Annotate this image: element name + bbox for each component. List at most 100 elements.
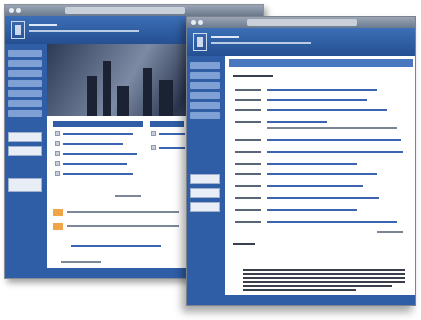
sidebar-item[interactable]	[190, 82, 220, 89]
sidebar-item[interactable]	[190, 112, 220, 119]
site-name	[29, 24, 57, 26]
list-item[interactable]	[267, 151, 403, 153]
sidebar-banner[interactable]	[190, 188, 220, 198]
skyline-shape	[159, 80, 173, 116]
notice-line	[243, 273, 405, 275]
notice-text-block	[243, 269, 405, 295]
more-link[interactable]	[377, 231, 403, 233]
news-link[interactable]	[63, 173, 133, 175]
feature-icon	[53, 223, 63, 230]
sidebar-banner[interactable]	[8, 146, 42, 156]
list-date	[235, 221, 261, 223]
site-subtitle	[29, 30, 139, 32]
sidebar-nav	[187, 56, 225, 295]
list-item[interactable]	[267, 185, 363, 187]
sidebar-item[interactable]	[8, 60, 42, 67]
more-link[interactable]	[115, 195, 141, 197]
window-control-icon[interactable]	[198, 20, 203, 25]
list-item[interactable]	[267, 89, 377, 91]
list-item-icon	[55, 161, 60, 166]
notice-line	[243, 285, 393, 287]
list-item[interactable]	[267, 109, 387, 111]
feature-text	[67, 211, 179, 213]
notice-line	[243, 277, 405, 279]
sidebar-banner[interactable]	[8, 178, 42, 192]
list-item[interactable]	[267, 163, 357, 165]
site-logo	[11, 21, 25, 39]
sidebar-item[interactable]	[190, 62, 220, 69]
list-date	[235, 139, 261, 141]
address-bar[interactable]	[65, 7, 185, 14]
list-date	[235, 121, 261, 123]
list-item[interactable]	[267, 139, 401, 141]
news-link[interactable]	[63, 163, 127, 165]
skyline-shape	[117, 86, 129, 116]
news-link[interactable]	[63, 143, 123, 145]
sidebar-item[interactable]	[8, 110, 42, 117]
info-link[interactable]	[159, 133, 185, 135]
list-date	[235, 173, 261, 175]
window-control-icon[interactable]	[191, 20, 196, 25]
feature-icon	[53, 209, 63, 216]
sidebar-banner[interactable]	[190, 174, 220, 184]
window-control-icon[interactable]	[9, 8, 14, 13]
list-item[interactable]	[267, 173, 377, 175]
list-date	[235, 197, 261, 199]
list-item[interactable]	[267, 99, 367, 101]
list-item[interactable]	[267, 121, 327, 123]
list-item-icon	[151, 131, 156, 136]
notice-line	[243, 269, 405, 271]
list-item-icon	[55, 131, 60, 136]
browser-toolbar	[187, 17, 415, 28]
list-item-icon	[55, 171, 60, 176]
sidebar-nav	[5, 44, 47, 268]
sidebar-item[interactable]	[190, 102, 220, 109]
site-footer	[187, 295, 415, 305]
list-item[interactable]	[267, 197, 379, 199]
info-panel-title	[150, 121, 184, 127]
list-date	[235, 151, 261, 153]
notice-line	[243, 281, 405, 283]
footer-link[interactable]	[71, 245, 161, 247]
browser-toolbar	[5, 5, 263, 16]
list-item-icon	[55, 141, 60, 146]
notice-line	[243, 289, 357, 291]
page-title-bar	[229, 59, 413, 67]
sidebar-item[interactable]	[8, 100, 42, 107]
site-subtitle	[211, 42, 311, 44]
list-date	[235, 109, 261, 111]
list-date	[235, 209, 261, 211]
list-item[interactable]	[267, 221, 397, 223]
list-item-detail	[267, 127, 397, 129]
list-item[interactable]	[267, 209, 357, 211]
list-item-icon	[151, 145, 156, 150]
list-date	[235, 185, 261, 187]
window-control-icon[interactable]	[16, 8, 21, 13]
skyline-shape	[143, 68, 152, 116]
sidebar-banner[interactable]	[8, 132, 42, 142]
skyline-shape	[103, 61, 111, 116]
sidebar-banner[interactable]	[190, 202, 220, 212]
site-name	[211, 36, 239, 38]
address-bar[interactable]	[247, 19, 357, 26]
sidebar-item[interactable]	[8, 90, 42, 97]
list-date	[235, 163, 261, 165]
list-date	[235, 99, 261, 101]
list-item-icon	[55, 151, 60, 156]
news-panel-title	[53, 121, 143, 127]
section-heading	[233, 75, 273, 77]
news-link[interactable]	[63, 133, 133, 135]
skyline-shape	[87, 76, 97, 116]
section-heading	[233, 243, 255, 245]
info-link[interactable]	[159, 147, 185, 149]
sidebar-item[interactable]	[8, 70, 42, 77]
sidebar-item[interactable]	[8, 50, 42, 57]
sidebar-item[interactable]	[8, 80, 42, 87]
list-date	[235, 89, 261, 91]
site-header	[187, 28, 415, 56]
sidebar-item[interactable]	[190, 92, 220, 99]
sidebar-item[interactable]	[190, 72, 220, 79]
news-link[interactable]	[63, 153, 137, 155]
footer-text	[61, 261, 101, 263]
site-logo	[193, 33, 207, 51]
